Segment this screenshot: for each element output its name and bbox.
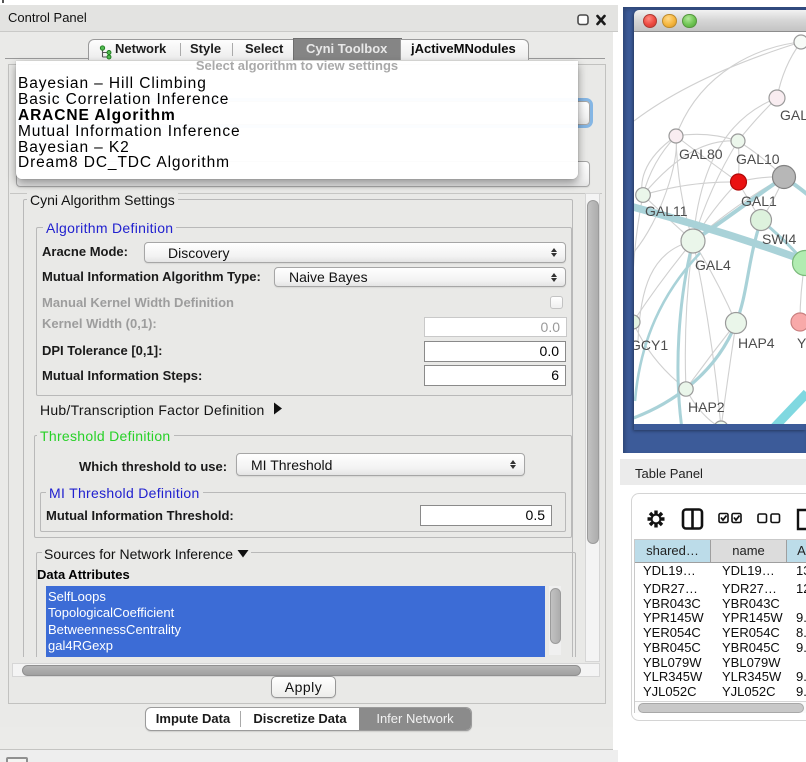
svg-text:Y: Y [797,335,806,351]
svg-text:GAL80: GAL80 [679,146,723,162]
svg-text:GCY1: GCY1 [634,337,668,353]
svg-text:HAP2: HAP2 [688,399,725,415]
svg-text:GAL: GAL [780,107,806,123]
svg-text:GAL11: GAL11 [645,203,688,219]
svg-text:GAL4: GAL4 [695,257,731,273]
svg-text:HAP4: HAP4 [738,335,775,351]
svg-text:SWI4: SWI4 [762,231,796,247]
svg-text:GAL10: GAL10 [736,151,780,167]
svg-text:GAL1: GAL1 [741,193,777,209]
